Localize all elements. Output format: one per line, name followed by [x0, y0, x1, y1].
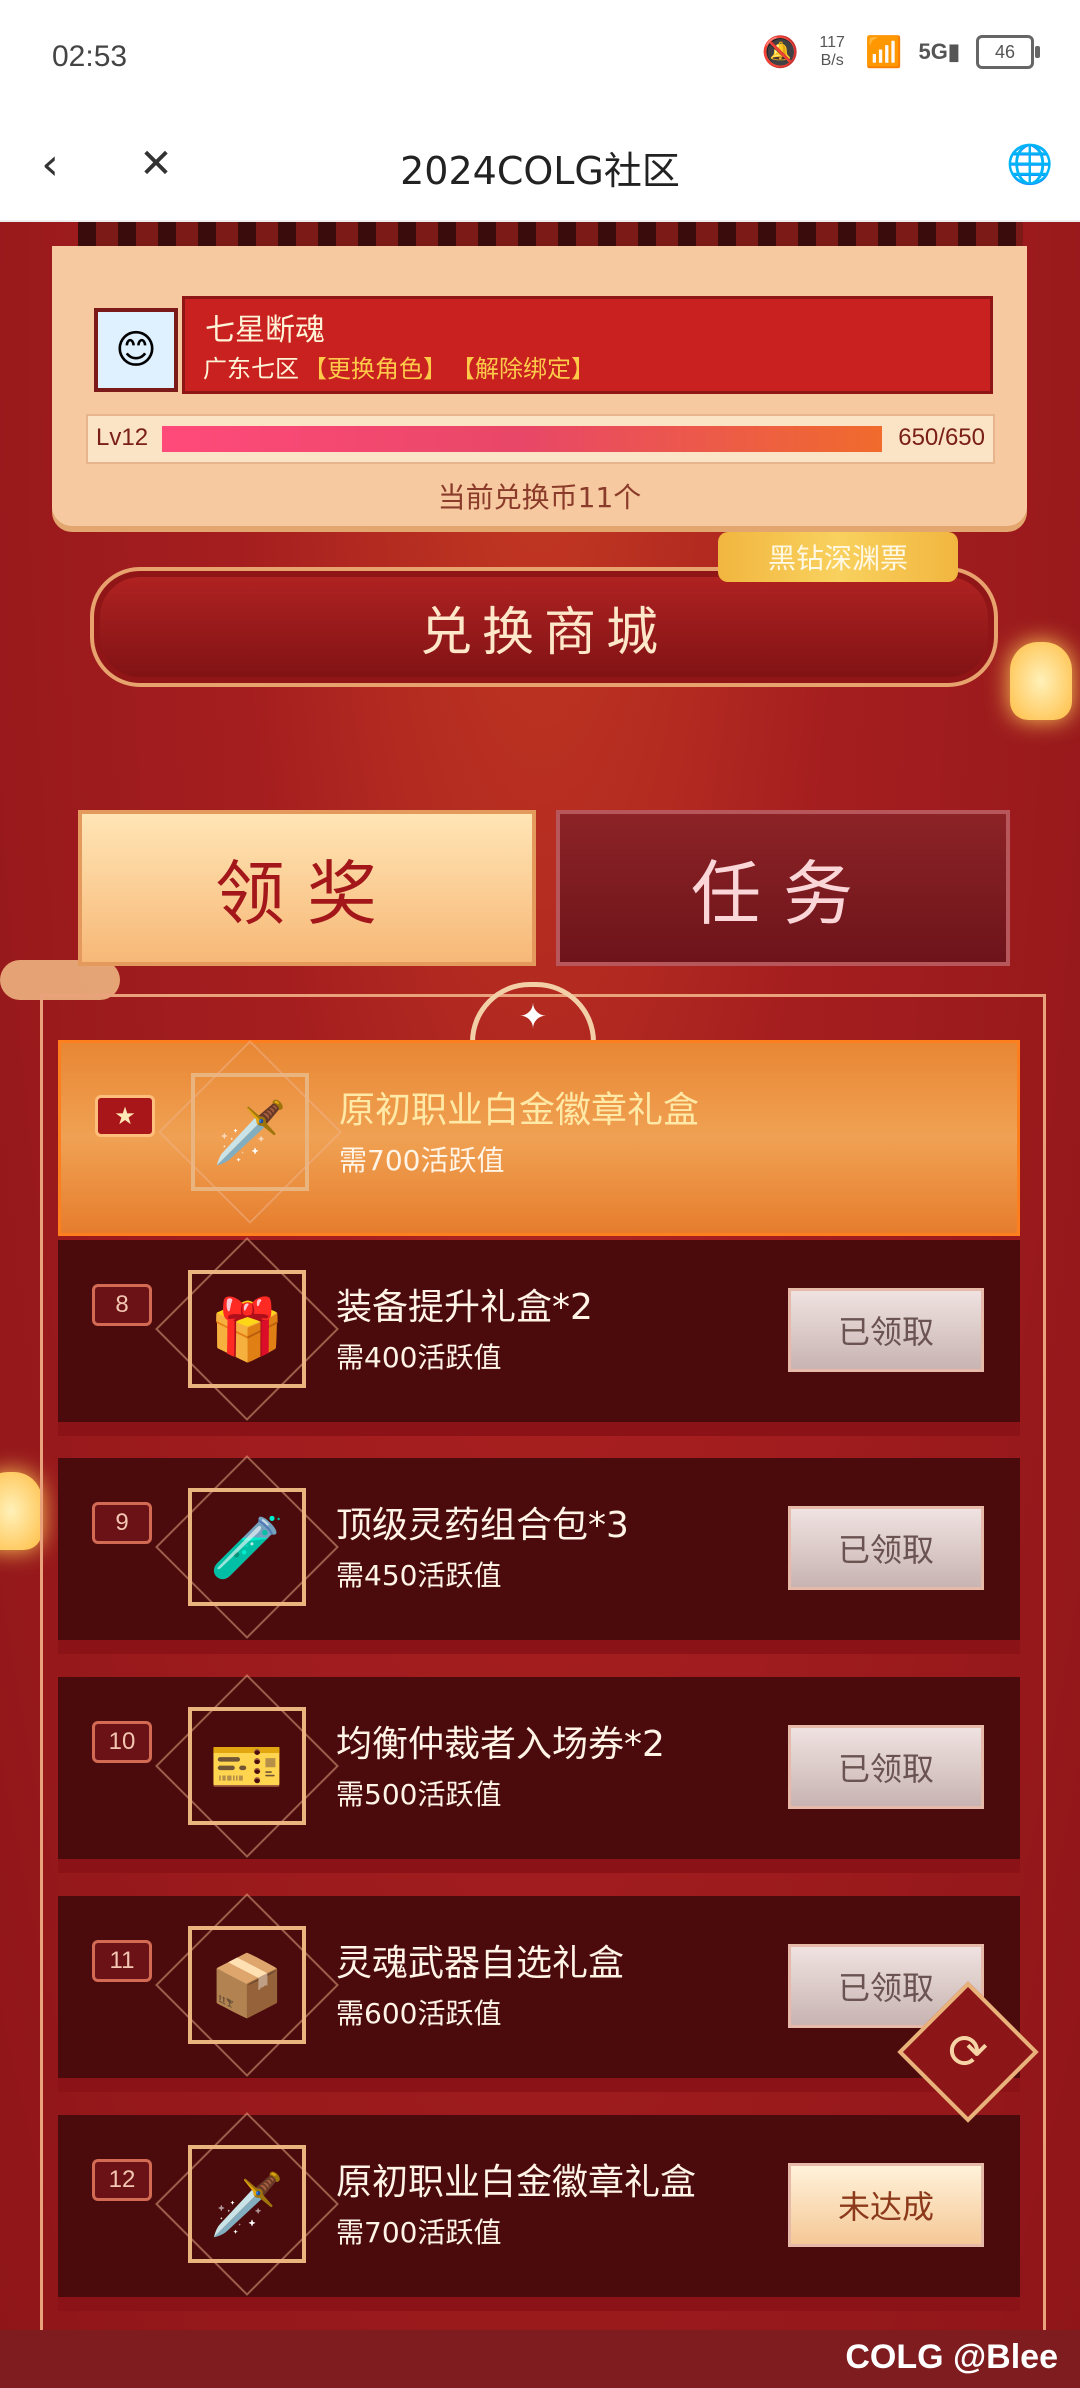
nav-bar: ‹ ✕ 2024COLG社区 🌐	[0, 110, 1080, 222]
reward-number-badge: ★	[95, 1095, 155, 1137]
reward-item-icon: 🗡️	[191, 1073, 309, 1191]
reward-name: 顶级灵药组合包*3	[336, 1505, 629, 1546]
reward-number-badge: 9	[92, 1502, 152, 1544]
network-speed: 117 B/s	[819, 34, 845, 69]
status-bar: 02:53 🔕 117 B/s 📶 5G▮ 46	[0, 0, 1080, 110]
medal-decoration: ✦	[470, 982, 596, 1047]
reward-row: 8 🎁 装备提升礼盒*2 需400活跃值 已领取	[58, 1240, 1020, 1436]
battery-icon: 46	[976, 35, 1040, 69]
reward-item-icon: 📦	[188, 1926, 306, 2044]
reward-row: ★ 🗡️ 原初职业白金徽章礼盒需700活跃值	[58, 1040, 1020, 1236]
decorative-strip	[78, 222, 1023, 246]
reward-requirement: 需700活跃值	[339, 1144, 505, 1177]
unbind-link[interactable]: 【解除绑定】	[451, 349, 595, 384]
level-label: Lv12	[96, 424, 149, 451]
status-time: 02:53	[52, 40, 128, 73]
reward-requirement: 需400活跃值	[336, 1341, 502, 1374]
reward-number-badge: 10	[92, 1721, 152, 1763]
reward-requirement: 需700活跃值	[336, 2216, 502, 2249]
reward-row: 10 🎫 均衡仲裁者入场券*2 需500活跃值 已领取	[58, 1677, 1020, 1873]
level-progress-fill	[162, 426, 882, 452]
item-icon: 🎁	[209, 1294, 285, 1365]
item-icon: 🗡️	[209, 2169, 285, 2240]
wifi-icon: 📶	[865, 35, 903, 69]
level-bar: Lv12 650/650	[86, 414, 995, 464]
reward-name: 装备提升礼盒*2	[336, 1287, 593, 1328]
tab-reward[interactable]: 领奖	[78, 810, 536, 966]
reward-requirement: 需600活跃值	[336, 1997, 502, 2030]
avatar: 😊	[94, 308, 178, 392]
item-icon: 🧪	[209, 1512, 285, 1583]
reward-item-icon: 🧪	[188, 1488, 306, 1606]
reward-row: 9 🧪 顶级灵药组合包*3 需450活跃值 已领取	[58, 1458, 1020, 1654]
item-icon: 🎫	[209, 1731, 285, 1802]
character-info: 七星断魂 广东七区 【更换角色】 【解除绑定】	[182, 296, 993, 394]
reward-requirement: 需450活跃值	[336, 1559, 502, 1592]
reward-row: 11 📦 灵魂武器自选礼盒 需600活跃值 已领取	[58, 1896, 1020, 2092]
claim-button[interactable]: 已领取	[788, 1725, 984, 1809]
coin-count: 当前兑换币11个	[437, 481, 642, 514]
reward-item-icon: 🎁	[188, 1270, 306, 1388]
reward-number-badge: 8	[92, 1284, 152, 1326]
reward-name: 灵魂武器自选礼盒	[336, 1943, 625, 1984]
reward-number-badge: 12	[92, 2159, 152, 2201]
server-name: 广东七区	[203, 355, 299, 383]
change-role-link[interactable]: 【更换角色】	[303, 349, 447, 384]
refresh-icon: ⟳	[947, 2024, 989, 2080]
reward-name: 原初职业白金徽章礼盒	[339, 1090, 700, 1131]
server-line: 广东七区 【更换角色】 【解除绑定】	[203, 349, 595, 384]
claim-button[interactable]: 未达成	[788, 2163, 984, 2247]
mall-tag: 黑钻深渊票	[718, 532, 958, 582]
claim-button[interactable]: 已领取	[788, 1288, 984, 1372]
globe-button[interactable]: 🌐	[1000, 134, 1060, 194]
globe-icon: 🌐	[1006, 141, 1054, 186]
signal-5g-icon: 5G▮	[918, 39, 960, 64]
lantern-decoration	[1010, 642, 1072, 720]
reward-requirement: 需500活跃值	[336, 1778, 502, 1811]
reward-row: 12 🗡️ 原初职业白金徽章礼盒需700活跃值 未达成	[58, 2115, 1020, 2311]
item-icon: 📦	[209, 1950, 285, 2021]
event-page: 😊 七星断魂 广东七区 【更换角色】 【解除绑定】 Lv12 650/650 当…	[0, 222, 1080, 2388]
status-icons: 🔕 117 B/s 📶 5G▮ 46	[761, 34, 1040, 70]
tab-task[interactable]: 任务	[556, 810, 1010, 966]
avatar-icon: 😊	[115, 327, 157, 373]
mute-bell-icon: 🔕	[761, 35, 800, 69]
exchange-mall-label: 兑换商城	[419, 602, 668, 663]
reward-name: 均衡仲裁者入场券*2	[336, 1724, 665, 1765]
reward-number-badge: 11	[92, 1940, 152, 1982]
reward-item-icon: 🗡️	[188, 2145, 306, 2263]
lantern-decoration	[0, 1472, 42, 1550]
level-progress-track	[162, 426, 882, 452]
character-name: 七星断魂	[205, 313, 325, 348]
item-icon: 🗡️	[212, 1097, 288, 1168]
exchange-mall-button[interactable]: 兑换商城	[90, 567, 998, 687]
profile-panel: 😊 七星断魂 广东七区 【更换角色】 【解除绑定】 Lv12 650/650 当…	[52, 246, 1027, 526]
page-title: 2024COLG社区	[400, 149, 680, 193]
claim-button[interactable]: 已领取	[788, 1506, 984, 1590]
reward-name: 原初职业白金徽章礼盒	[336, 2162, 697, 2203]
level-progress-text: 650/650	[898, 424, 985, 451]
reward-item-icon: 🎫	[188, 1707, 306, 1825]
watermark: COLG @Blee	[845, 2338, 1058, 2376]
